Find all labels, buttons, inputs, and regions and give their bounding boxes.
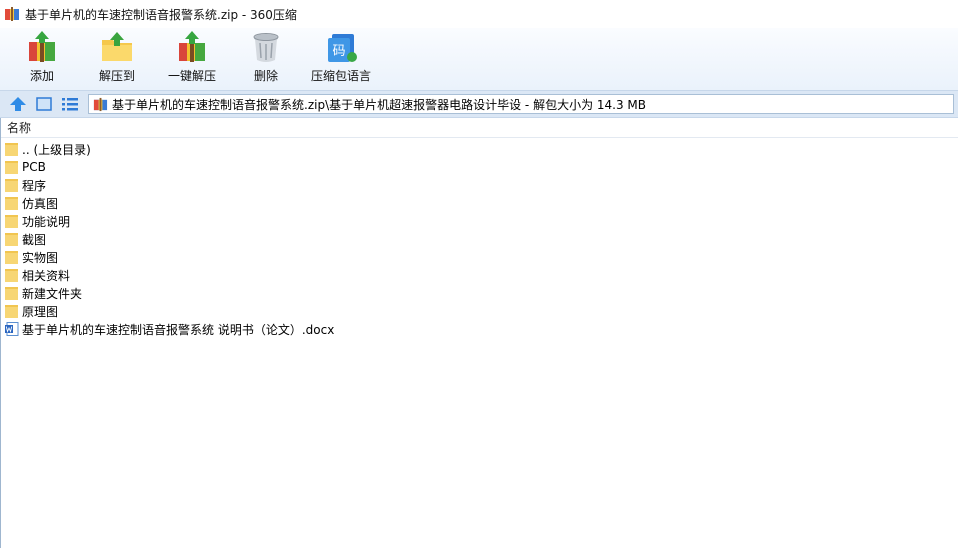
list-item[interactable]: 程序 (5, 176, 46, 194)
folder-icon (5, 269, 18, 282)
encoding-icon: 码 (328, 34, 357, 62)
list-item-name: 功能说明 (22, 214, 71, 229)
encoding-icon-glyph: 码 (332, 44, 345, 59)
list-item-docx[interactable]: 基于单片机的车速控制语音报警系统 说明书（论文）.docx (5, 320, 334, 338)
address-bar: 基于单片机的车速控制语音报警系统.zip\基于单片机超速报警器电路设计毕设 - … (0, 90, 958, 118)
list-item[interactable]: 相关资料 (5, 266, 70, 284)
list-item[interactable]: 原理图 (5, 302, 58, 320)
path-text: 基于单片机的车速控制语音报警系统.zip\基于单片机超速报警器电路设计毕设 - … (112, 97, 647, 112)
thumbnail-view-icon[interactable] (35, 96, 53, 112)
path-field[interactable]: 基于单片机的车速控制语音报警系统.zip\基于单片机超速报警器电路设计毕设 - … (88, 94, 954, 114)
add-label: 添加 (29, 69, 54, 83)
list-item-name: 基于单片机的车速控制语音报警系统 说明书（论文）.docx (22, 322, 335, 337)
toolbar: 添加 解压到 一键解压 删除 码 压缩包语言 (0, 28, 958, 90)
list-item-name: 截图 (22, 232, 47, 247)
list-item-name: 实物图 (22, 250, 59, 265)
folder-icon (5, 143, 18, 156)
one-click-extract-label: 一键解压 (167, 69, 216, 83)
list-item-name: 程序 (22, 178, 47, 193)
extract-to-label: 解压到 (98, 69, 135, 83)
column-header-name[interactable]: 名称 (1, 118, 958, 138)
list-view-icon[interactable] (61, 96, 79, 112)
add-button[interactable]: 添加 (22, 28, 62, 88)
list-item-name: .. (上级目录) (22, 142, 91, 157)
title-bar: 基于单片机的车速控制语音报警系统.zip - 360压缩 (0, 0, 958, 28)
list-item-name: PCB (22, 160, 46, 174)
word-document-icon (5, 322, 19, 336)
folder-icon (5, 305, 18, 318)
folder-icon (5, 215, 18, 228)
list-item-name: 相关资料 (22, 268, 71, 283)
folder-icon (5, 287, 18, 300)
list-item[interactable]: 仿真图 (5, 194, 58, 212)
up-arrow-icon[interactable] (9, 96, 27, 112)
archive-language-button[interactable]: 码 压缩包语言 (309, 28, 373, 88)
extract-to-button[interactable]: 解压到 (96, 28, 138, 88)
list-item-parent-dir[interactable]: .. (上级目录) (5, 140, 91, 158)
folder-icon (5, 179, 18, 192)
list-item-name: 原理图 (22, 304, 59, 319)
archive-app-icon (5, 7, 19, 21)
list-item[interactable]: 截图 (5, 230, 46, 248)
folder-icon (5, 233, 18, 246)
folder-icon (5, 161, 18, 174)
window-title: 基于单片机的车速控制语音报警系统.zip - 360压缩 (25, 7, 297, 22)
file-list: 名称 .. (上级目录) PCB 程序 仿真图 功能说明 截图 实物图 相关资料… (0, 118, 958, 548)
delete-label: 删除 (253, 69, 278, 83)
list-item-name: 仿真图 (22, 196, 59, 211)
extract-folder-icon (102, 32, 132, 61)
archive-extract-icon (179, 31, 205, 62)
one-click-extract-button[interactable]: 一键解压 (165, 28, 219, 88)
list-item-name: 新建文件夹 (22, 286, 83, 301)
archive-path-icon (93, 97, 108, 111)
folder-icon (5, 251, 18, 264)
archive-add-icon (29, 31, 55, 62)
delete-button[interactable]: 删除 (246, 28, 286, 88)
column-name-label: 名称 (7, 121, 32, 135)
list-item[interactable]: 实物图 (5, 248, 58, 266)
list-item[interactable]: 功能说明 (5, 212, 70, 230)
folder-icon (5, 197, 18, 210)
list-item[interactable]: PCB (5, 158, 46, 176)
list-item[interactable]: 新建文件夹 (5, 284, 82, 302)
trash-icon (253, 33, 279, 62)
archive-language-label: 压缩包语言 (310, 69, 371, 83)
